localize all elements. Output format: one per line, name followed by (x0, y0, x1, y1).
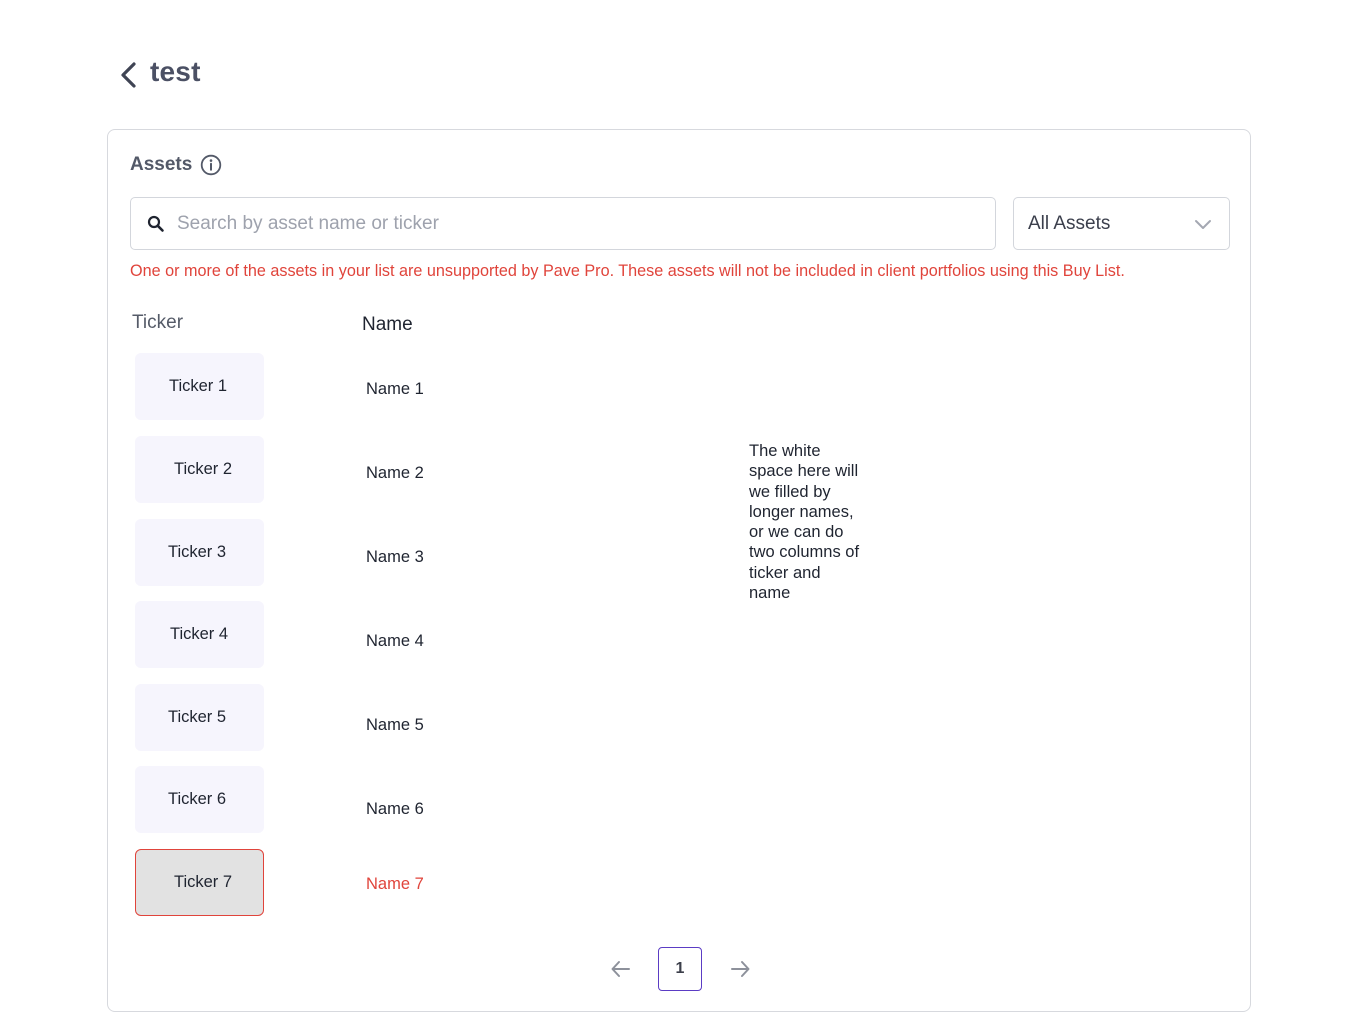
asset-filter-value: All Assets (1028, 212, 1111, 234)
next-page-button[interactable] (727, 956, 753, 982)
ticker-chip[interactable]: Ticker 6 (135, 766, 264, 833)
arrow-left-icon (611, 961, 630, 977)
ticker-label: Ticker 4 (170, 625, 229, 643)
asset-name-unsupported: Name 7 (366, 875, 424, 893)
arrow-right-icon (731, 961, 750, 977)
column-header-name: Name (362, 314, 413, 335)
page-number-button[interactable]: 1 (658, 947, 702, 991)
ticker-label: Ticker 2 (174, 460, 233, 478)
asset-name: Name 2 (366, 464, 424, 482)
annotation-note: The white space here will we filled by l… (749, 442, 860, 603)
ticker-label: Ticker 5 (168, 708, 227, 726)
ticker-chip[interactable]: Ticker 1 (135, 353, 264, 420)
asset-filter-dropdown[interactable]: All Assets (1013, 197, 1230, 250)
ticker-chip[interactable]: Ticker 2 (135, 436, 264, 503)
search-box (130, 197, 996, 250)
asset-name: Name 5 (366, 716, 424, 734)
previous-page-button[interactable] (608, 956, 634, 982)
search-input[interactable] (175, 211, 959, 236)
page: test Assets All Assets (0, 0, 1358, 1034)
unsupported-assets-warning: One or more of the assets in your list a… (130, 262, 1125, 280)
ticker-label: Ticker 1 (169, 377, 228, 395)
info-icon[interactable] (200, 154, 222, 176)
ticker-label: Ticker 6 (168, 790, 227, 808)
ticker-label: Ticker 3 (168, 543, 227, 561)
asset-name: Name 4 (366, 632, 424, 650)
asset-name: Name 6 (366, 800, 424, 818)
column-header-ticker: Ticker (132, 312, 184, 333)
ticker-label: Ticker 7 (174, 873, 233, 891)
ticker-chip[interactable]: Ticker 3 (135, 519, 264, 586)
assets-card: Assets All Assets (107, 129, 1251, 1012)
asset-name: Name 3 (366, 548, 424, 566)
assets-header: Assets (130, 154, 222, 176)
ticker-chip-unsupported[interactable]: Ticker 7 (135, 849, 264, 916)
chevron-left-icon (121, 62, 136, 88)
ticker-chip[interactable]: Ticker 5 (135, 684, 264, 751)
back-button[interactable] (112, 58, 146, 92)
asset-name: Name 1 (366, 380, 424, 398)
ticker-chip[interactable]: Ticker 4 (135, 601, 264, 668)
chevron-down-icon (1193, 214, 1213, 234)
page-title: test (150, 56, 201, 87)
search-icon (147, 215, 165, 233)
assets-title: Assets (130, 154, 193, 175)
